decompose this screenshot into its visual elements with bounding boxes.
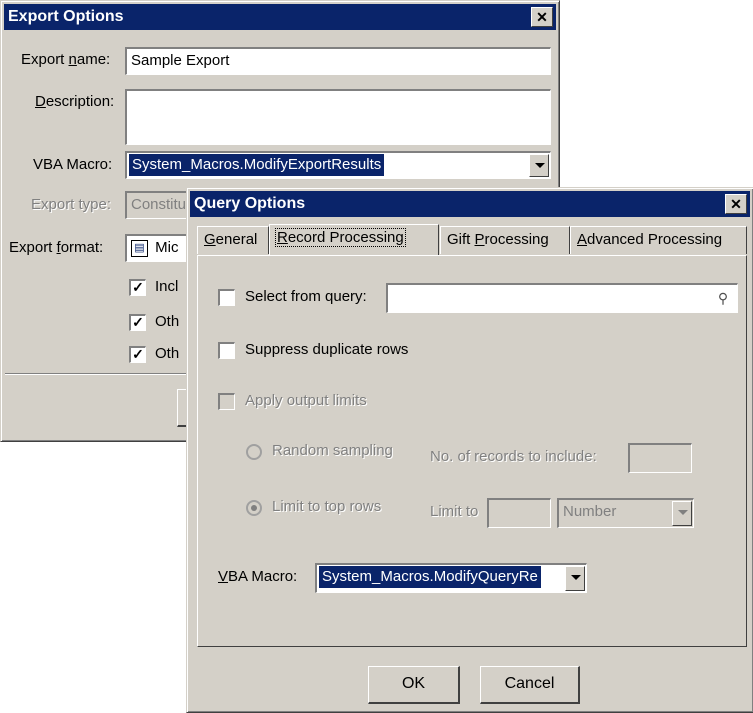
export-macro-value: System_Macros.ModifyExportResults — [129, 154, 385, 176]
query-options-titlebar[interactable]: Query Options ✕ — [190, 191, 750, 217]
export-macro-combo[interactable]: System_Macros.ModifyExportResults — [125, 151, 551, 179]
other-checkbox-1-label: Oth — [155, 313, 180, 330]
tab-advanced-processing[interactable]: Advanced Processing — [570, 226, 747, 254]
export-type-field: Constitu — [125, 191, 195, 219]
close-icon: ✕ — [536, 9, 548, 25]
include-checkbox-label: Incl — [155, 278, 179, 295]
export-format-combo[interactable]: ▤ Mic — [125, 234, 195, 262]
suppress-duplicates-checkbox[interactable] — [218, 342, 235, 359]
export-close-button[interactable]: ✕ — [531, 7, 553, 27]
random-sampling-label: Random sampling — [272, 442, 393, 459]
suppress-duplicates-label: Suppress duplicate rows — [245, 341, 409, 358]
query-macro-value: System_Macros.ModifyQueryRe — [319, 566, 541, 588]
ok-button[interactable]: OK — [368, 666, 460, 704]
tab-general[interactable]: General — [197, 226, 269, 254]
export-options-title: Export Options — [8, 8, 124, 25]
select-from-query-checkbox[interactable] — [218, 289, 235, 306]
binoculars-icon[interactable]: ⚲ — [713, 288, 733, 308]
num-records-label: No. of records to include: — [430, 448, 597, 465]
export-options-titlebar[interactable]: Export Options ✕ — [4, 4, 556, 30]
document-icon: ▤ — [131, 239, 148, 257]
limit-top-rows-radio[interactable] — [246, 500, 262, 516]
query-options-window: Query Options ✕ General Record Processin… — [186, 187, 753, 713]
query-macro-combo[interactable]: System_Macros.ModifyQueryRe — [315, 563, 587, 593]
export-name-input[interactable]: Sample Export — [125, 47, 551, 75]
cancel-button[interactable]: Cancel — [480, 666, 580, 704]
limit-unit-combo[interactable]: Number — [557, 498, 694, 528]
checkmark-icon: ✓ — [132, 346, 144, 362]
random-sampling-radio[interactable] — [246, 444, 262, 460]
export-name-label: Export name: — [21, 51, 111, 68]
select-from-query-label: Select from query: — [245, 288, 367, 305]
tab-strip: General Record Processing Gift Processin… — [197, 224, 747, 256]
apply-output-limits-checkbox[interactable] — [218, 393, 235, 410]
limit-top-rows-label: Limit to top rows — [272, 498, 382, 515]
other-checkbox-1[interactable]: ✓ — [129, 314, 146, 331]
tab-gift-processing[interactable]: Gift Processing — [440, 226, 570, 254]
checkmark-icon: ✓ — [132, 314, 144, 330]
chevron-down-icon[interactable] — [565, 566, 585, 591]
record-processing-panel: Select from query: ⚲ Suppress duplicate … — [197, 255, 747, 647]
query-close-button[interactable]: ✕ — [725, 194, 747, 214]
other-checkbox-2[interactable]: ✓ — [129, 346, 146, 363]
close-icon: ✕ — [730, 196, 742, 212]
export-format-label: Export format: — [9, 239, 104, 256]
other-checkbox-2-label: Oth — [155, 345, 180, 362]
apply-output-limits-label: Apply output limits — [245, 392, 367, 409]
checkmark-icon: ✓ — [132, 279, 144, 295]
num-records-input[interactable] — [628, 443, 692, 473]
limit-to-input[interactable] — [487, 498, 551, 528]
include-checkbox[interactable]: ✓ — [129, 279, 146, 296]
export-macro-label: VBA Macro: — [33, 156, 113, 173]
description-input[interactable] — [125, 89, 551, 145]
export-type-label: Export type: — [31, 196, 112, 213]
chevron-down-icon[interactable] — [529, 154, 549, 177]
query-options-title: Query Options — [194, 195, 306, 212]
description-label: Description: — [35, 93, 115, 110]
query-macro-label: VBA Macro: — [218, 568, 298, 585]
chevron-down-icon[interactable] — [672, 501, 692, 526]
select-from-query-input[interactable]: ⚲ — [386, 283, 738, 313]
tab-record-processing[interactable]: Record Processing — [269, 224, 439, 255]
limit-to-label: Limit to — [430, 503, 479, 520]
